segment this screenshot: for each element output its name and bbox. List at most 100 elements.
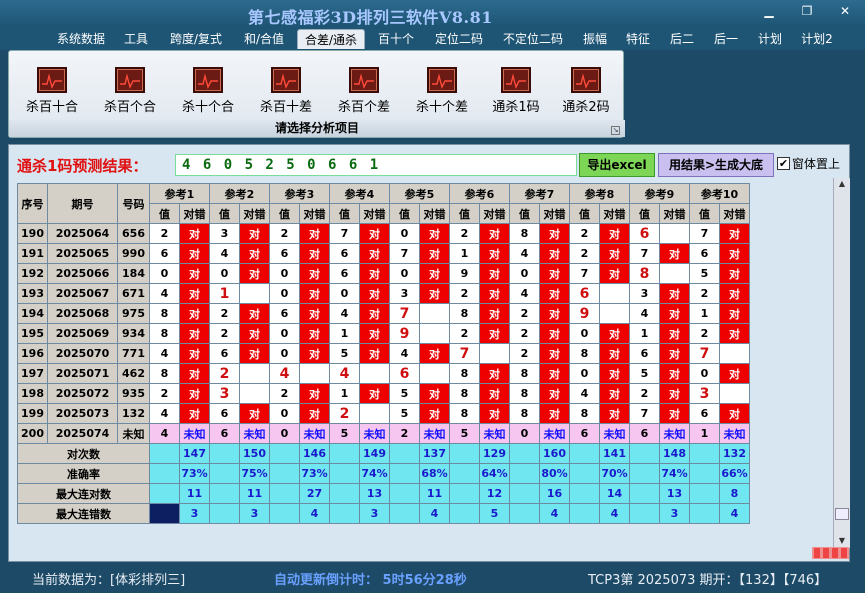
hit-cell: 对 <box>719 303 750 324</box>
current-data-text: 当前数据为：[体彩排列三] <box>32 573 186 588</box>
ref-value-cell: 3 <box>629 283 660 304</box>
hit-cell: 未知 <box>719 423 750 444</box>
ref-value-cell: 8 <box>149 323 180 344</box>
stat-spacer <box>629 443 660 464</box>
close-icon[interactable]: ✕ <box>836 4 854 18</box>
vertical-scrollbar[interactable]: ▲ ▼ <box>833 178 850 548</box>
topmost-checkbox[interactable]: ✔ 窗体置上 <box>777 155 840 175</box>
kill-one-code-button[interactable]: 通杀1码 <box>479 65 553 121</box>
table-row[interactable]: 192 2025066 184 0 对 0 对 0 对 6 对 0 对 9 对 0 对 7 对 8 5 对 <box>17 263 750 284</box>
hit-cell: 对 <box>539 223 570 244</box>
table-row[interactable]: 200 2025074 未知 4 未知 6 未知 0 未知 5 未知 2 未知 5 未知 0 未知 6 未知 6 未知 1… <box>17 423 750 444</box>
table-row[interactable]: 199 2025073 132 4 对 6 对 0 对 2 5 对 8 对 8 对 8 对 7 对 6 对 <box>17 403 750 424</box>
menu-bai-shi-ge[interactable]: 百十个 <box>372 29 420 49</box>
restore-icon[interactable]: ❐ <box>798 4 816 18</box>
hit-cell: 对 <box>719 283 750 304</box>
minimize-icon[interactable]: ▁ <box>760 4 778 18</box>
hit-cell: 对 <box>599 323 630 344</box>
ref-value-cell: 5 <box>329 423 360 444</box>
kill-shi-ge-diff-button[interactable]: 杀十个差 <box>405 65 479 121</box>
miss-cell <box>659 223 690 244</box>
ref-value-cell: 2 <box>449 323 480 344</box>
chart-icon <box>37 67 67 93</box>
hit-cell: 对 <box>179 223 210 244</box>
stat-spacer <box>389 443 420 464</box>
ref-value-cell: 2 <box>509 323 540 344</box>
scroll-down-icon[interactable]: ▼ <box>834 535 850 547</box>
chart-icon <box>349 67 379 93</box>
kill-bai-shi-diff-button[interactable]: 杀百十差 <box>249 65 323 121</box>
row-period: 2025064 <box>47 223 118 244</box>
scroll-thumb[interactable] <box>835 508 849 520</box>
stat-spacer <box>329 443 360 464</box>
hit-cell: 对 <box>179 263 210 284</box>
col-subheader-hit: 对错 <box>479 203 510 224</box>
hit-cell: 对 <box>359 263 390 284</box>
menu-system-data[interactable]: 系统数据 <box>50 29 112 49</box>
ribbon-label: 通杀1码 <box>492 100 540 115</box>
table-row[interactable]: 197 2025071 462 8 对 2 4 4 6 8 对 8 对 0 对 5 对 0 对 <box>17 363 750 384</box>
expand-corner-icon[interactable]: ↘ <box>611 126 620 135</box>
row-period: 2025074 <box>47 423 118 444</box>
ref-value-cell: 7 <box>629 403 660 424</box>
table-row[interactable]: 194 2025068 975 8 对 2 对 6 对 4 对 7 8 对 2 对 9 4 对 1 对 <box>17 303 750 324</box>
ref-value-cell: 6 <box>629 223 660 244</box>
kill-bai-ge-sum-button[interactable]: 杀百个合 <box>93 65 167 121</box>
menu-last-two[interactable]: 后二 <box>664 29 700 49</box>
hit-cell: 对 <box>359 343 390 364</box>
scroll-up-icon[interactable]: ▲ <box>834 178 850 190</box>
menu-non-position-two[interactable]: 不定位二码 <box>496 29 570 49</box>
stat-spacer <box>509 463 540 484</box>
menu-sum-value[interactable]: 和/合值 <box>236 29 292 49</box>
stat-spacer <box>569 503 600 524</box>
prediction-result-field[interactable]: 4 6 0 5 2 5 0 6 6 1 <box>175 154 577 176</box>
table-row[interactable]: 198 2025072 935 2 对 3 2 对 1 对 5 对 8 对 8 对 4 对 2 对 3 <box>17 383 750 404</box>
analysis-ribbon: 杀百十合 杀百个合 杀十个合 杀百十差 杀百个差 杀十个差 通杀1码 通杀2码 … <box>8 50 625 138</box>
row-period: 2025072 <box>47 383 118 404</box>
stat-value: 150 <box>239 443 270 464</box>
menu-amplitude[interactable]: 振幅 <box>578 29 612 49</box>
stats-row: 对次数 147 150 146 149 137 129 160 141 148 132 <box>17 443 750 464</box>
table-row[interactable]: 195 2025069 934 8 对 2 对 0 对 1 对 9 2 对 2 对 0 对 1 对 2 对 <box>17 323 750 344</box>
table-row[interactable]: 191 2025065 990 6 对 4 对 6 对 6 对 7 对 1 对 4 对 2 对 7 对 6 对 <box>17 243 750 264</box>
stat-value: 137 <box>419 443 450 464</box>
menu-tools[interactable]: 工具 <box>118 29 154 49</box>
table-row[interactable]: 193 2025067 671 4 对 1 0 对 0 对 3 对 2 对 4 对 6 3 对 2 对 <box>17 283 750 304</box>
stat-value: 74% <box>659 463 690 484</box>
table-row[interactable]: 196 2025070 771 4 对 6 对 0 对 5 对 4 对 7 2 对 8 对 6 对 7 <box>17 343 750 364</box>
hit-cell: 对 <box>539 403 570 424</box>
menu-plan2[interactable]: 计划2 <box>796 29 838 49</box>
ref-value-cell: 1 <box>329 323 360 344</box>
col-header-number: 号码 <box>117 183 150 224</box>
row-number: 132 <box>117 403 150 424</box>
ref-value-cell: 7 <box>389 303 420 324</box>
stat-value: 4 <box>539 503 570 524</box>
menu-feature[interactable]: 特征 <box>620 29 656 49</box>
ref-value-cell: 6 <box>629 343 660 364</box>
menu-last-one[interactable]: 后一 <box>708 29 744 49</box>
kill-bai-shi-sum-button[interactable]: 杀百十合 <box>15 65 89 121</box>
menu-sum-diff-kill[interactable]: 合差/通杀 <box>297 29 365 49</box>
col-header-ref: 参考5 <box>389 183 450 204</box>
hit-cell: 对 <box>419 243 450 264</box>
ref-value-cell: 2 <box>209 303 240 324</box>
table-row[interactable]: 190 2025064 656 2 对 3 对 2 对 7 对 0 对 2 对 8 对 2 对 6 7 对 <box>17 223 750 244</box>
stat-value: 73% <box>179 463 210 484</box>
stat-spacer <box>209 463 240 484</box>
hit-cell: 未知 <box>299 423 330 444</box>
kill-bai-ge-diff-button[interactable]: 杀百个差 <box>327 65 401 121</box>
ref-value-cell: 1 <box>209 283 240 304</box>
row-seq: 197 <box>17 363 48 384</box>
chart-icon <box>271 67 301 93</box>
miss-cell <box>479 343 510 364</box>
kill-two-code-button[interactable]: 通杀2码 <box>549 65 623 121</box>
export-excel-button[interactable]: 导出excel <box>579 153 655 177</box>
menu-position-two[interactable]: 定位二码 <box>428 29 490 49</box>
miss-cell <box>239 383 270 404</box>
ribbon-label: 杀百十合 <box>25 100 78 115</box>
generate-base-button[interactable]: 用结果>生成大底 <box>658 153 774 177</box>
menu-span-combo[interactable]: 跨度/复式 <box>162 29 230 49</box>
menu-plan[interactable]: 计划 <box>752 29 788 49</box>
chart-icon <box>571 67 601 93</box>
kill-shi-ge-sum-button[interactable]: 杀十个合 <box>171 65 245 121</box>
